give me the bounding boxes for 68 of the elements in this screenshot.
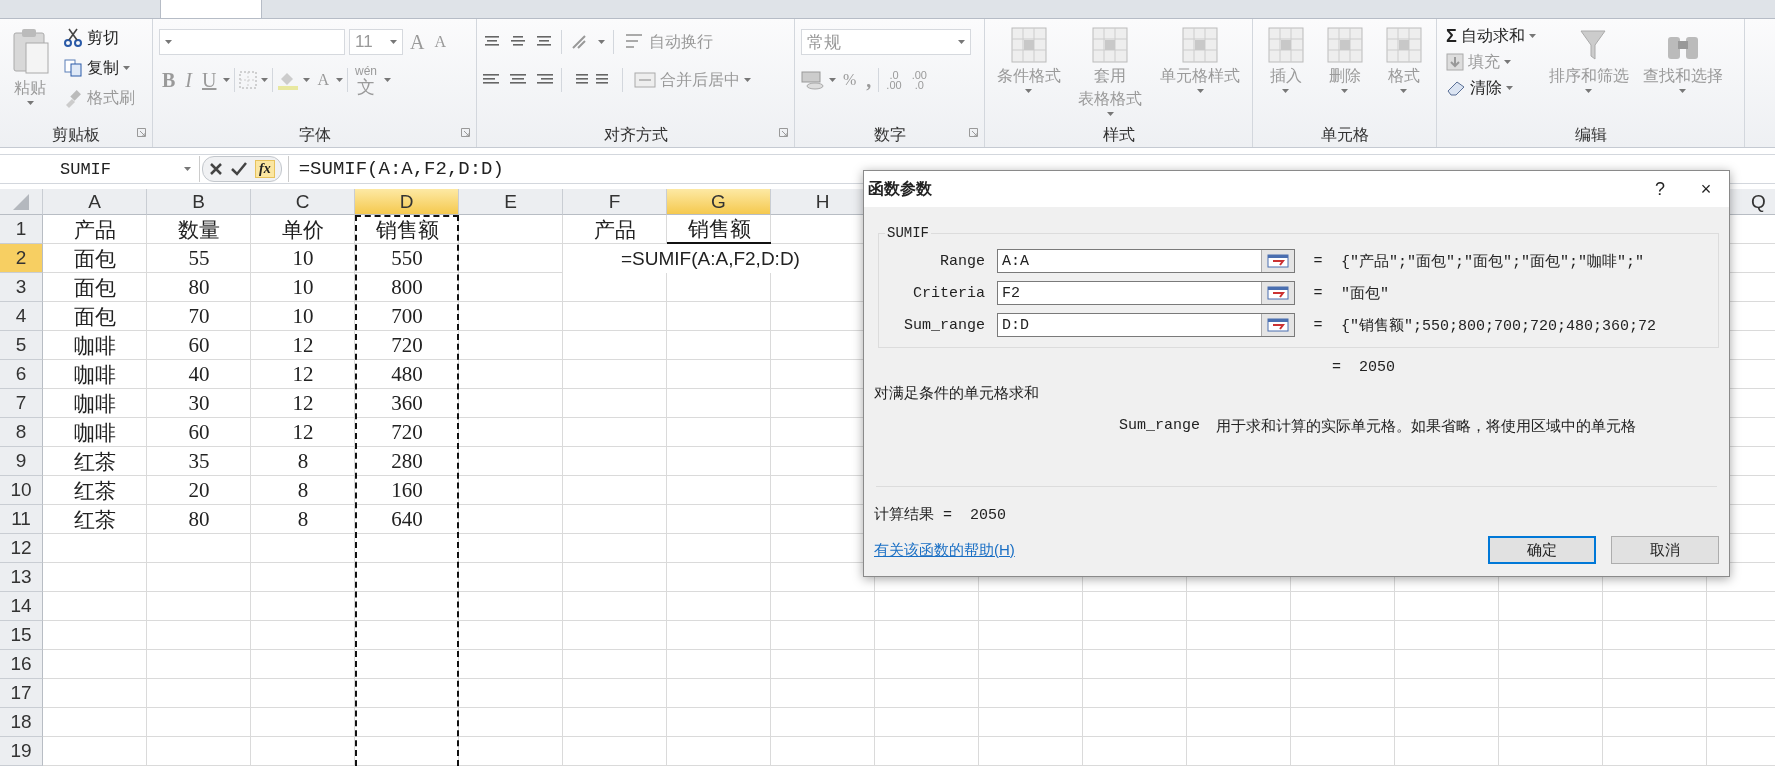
table-cell-text: 销售额 [374, 216, 440, 244]
equals-sign: = [1312, 284, 1324, 302]
table-cell-text: 数量 [177, 216, 221, 244]
group-label: 数字 [873, 124, 906, 145]
table-cell-text: 280 [390, 448, 424, 475]
group-label: 样式 [1102, 124, 1135, 145]
table-cell-text: 12 [291, 419, 315, 446]
table-cell-text: 红茶 [73, 448, 117, 476]
argument-name: Sum_range [1119, 417, 1200, 436]
argument-value: {"销售额";550;800;700;720;480;360;72 [1341, 316, 1657, 335]
table-cell-text: 12 [291, 390, 315, 417]
argument-label: Sum_range [904, 316, 985, 334]
table-cell-text: 咖啡 [73, 332, 117, 360]
table-cell-text: 面包 [73, 303, 117, 331]
table-cell-text: 550 [390, 245, 424, 272]
table-cell-text: 30 [187, 390, 211, 417]
argument-description: 用于求和计算的实际单元格。如果省略，将使用区域中的单元格 [1216, 417, 1636, 436]
table-cell-text: 35 [187, 448, 211, 475]
group-label: 剪贴板 [52, 124, 100, 145]
table-cell-text: 60 [187, 332, 211, 359]
table-cell-text: 55 [187, 245, 211, 272]
equals-sign: = [1312, 252, 1324, 270]
total-value: 2050 [1359, 358, 1396, 376]
argument-value: {"产品";"面包";"面包";"面包";"咖啡";" [1341, 252, 1645, 271]
table-cell-text: 640 [390, 506, 424, 533]
table-cell-text: 40 [187, 361, 211, 388]
table-cell-text: 720 [390, 419, 424, 446]
table-cell-text: 10 [291, 303, 315, 330]
equals-sign: = [1312, 316, 1324, 334]
table-cell-text: 700 [390, 303, 424, 330]
table-cell-text: 20 [187, 477, 211, 504]
table-cell-text: 咖啡 [73, 390, 117, 418]
argument-label: Range [940, 252, 985, 270]
group-label: 字体 [298, 124, 331, 145]
table-cell-text: 360 [390, 390, 424, 417]
table-cell-text: 10 [291, 274, 315, 301]
table-cell-text: 160 [390, 477, 424, 504]
table-cell-text: 红茶 [73, 506, 117, 534]
table-cell-text: 70 [187, 303, 211, 330]
table-cell-text: 8 [296, 448, 310, 475]
table-cell-text: 产品 [593, 216, 637, 244]
table-cell-text: 8 [296, 506, 310, 533]
group-label: 单元格 [1320, 124, 1369, 145]
table-cell-text: 720 [390, 332, 424, 359]
function-description: 对满足条件的单元格求和 [874, 384, 1040, 403]
argument-label: Criteria [913, 284, 985, 302]
table-cell-text: 480 [390, 361, 424, 388]
table-cell-text: 10 [291, 245, 315, 272]
table-cell-text: 800 [390, 274, 424, 301]
equals-sign: = [1332, 358, 1341, 376]
table-cell-text: 80 [187, 274, 211, 301]
table-cell-text: 8 [296, 477, 310, 504]
table-cell-text: 80 [187, 506, 211, 533]
formula-result: 计算结果 = 2050 [874, 505, 1007, 524]
table-cell-text: 咖啡 [73, 419, 117, 447]
table-cell-text: 面包 [73, 245, 117, 273]
argument-value: "面包" [1341, 284, 1389, 303]
group-label: 编辑 [1574, 124, 1607, 145]
table-cell-text: 红茶 [73, 477, 117, 505]
table-cell-text: 12 [291, 332, 315, 359]
table-cell-text: 单价 [281, 216, 325, 244]
table-cell-text: 产品 [73, 216, 117, 244]
table-cell-text: 60 [187, 419, 211, 446]
table-cell-text: 12 [291, 361, 315, 388]
group-label: 对齐方式 [603, 124, 668, 145]
function-name: SUMIF [886, 225, 930, 241]
table-cell-text: 面包 [73, 274, 117, 302]
table-cell-text: 咖啡 [73, 361, 117, 389]
